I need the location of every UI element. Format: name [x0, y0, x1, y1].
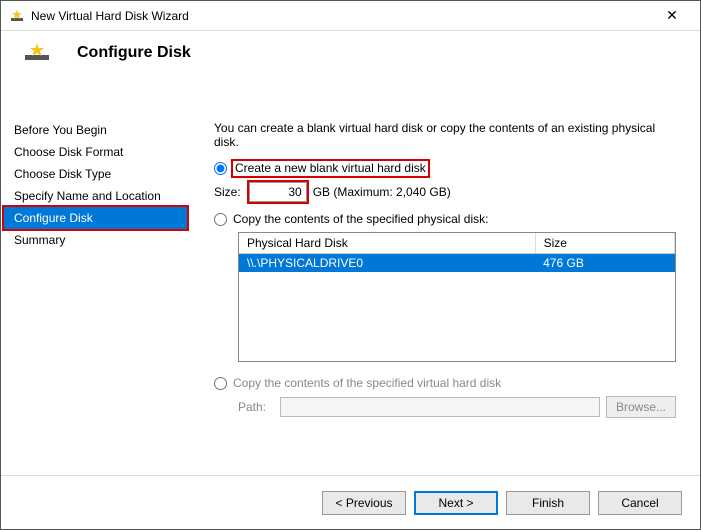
label-copy-physical: Copy the contents of the specified physi…	[233, 212, 488, 226]
radio-copy-virtual[interactable]	[214, 377, 227, 390]
wizard-steps: Before You Begin Choose Disk Format Choo…	[1, 109, 190, 475]
step-summary[interactable]: Summary	[4, 229, 187, 251]
label-create-blank: Create a new blank virtual hard disk	[233, 161, 428, 176]
radio-create-blank[interactable]	[214, 162, 227, 175]
next-button[interactable]: Next >	[414, 491, 498, 515]
step-configure-disk[interactable]: Configure Disk	[4, 207, 187, 229]
radio-copy-physical[interactable]	[214, 213, 227, 226]
step-choose-disk-format[interactable]: Choose Disk Format	[4, 141, 187, 163]
previous-button[interactable]: < Previous	[322, 491, 406, 515]
label-copy-virtual: Copy the contents of the specified virtu…	[233, 376, 501, 390]
step-specify-name-location[interactable]: Specify Name and Location	[4, 185, 187, 207]
close-button[interactable]: ✕	[652, 7, 692, 24]
step-before-you-begin[interactable]: Before You Begin	[4, 119, 187, 141]
size-label: Size:	[214, 185, 241, 199]
page-title: Configure Disk	[77, 44, 191, 62]
description: You can create a blank virtual hard disk…	[214, 121, 676, 149]
table-row[interactable]: \\.\PHYSICALDRIVE0 476 GB	[239, 254, 675, 273]
cell-size: 476 GB	[535, 254, 674, 273]
physical-disk-table: Physical Hard Disk Size \\.\PHYSICALDRIV…	[238, 232, 676, 362]
wizard-icon	[9, 8, 25, 24]
step-choose-disk-type[interactable]: Choose Disk Type	[4, 163, 187, 185]
disk-icon	[23, 43, 51, 63]
cell-disk: \\.\PHYSICALDRIVE0	[239, 254, 535, 273]
size-input[interactable]	[249, 182, 307, 202]
browse-button: Browse...	[606, 396, 676, 418]
col-disk[interactable]: Physical Hard Disk	[239, 233, 535, 254]
col-size[interactable]: Size	[535, 233, 674, 254]
window-title: New Virtual Hard Disk Wizard	[31, 9, 652, 23]
path-label: Path:	[238, 400, 274, 414]
cancel-button[interactable]: Cancel	[598, 491, 682, 515]
path-input	[280, 397, 600, 417]
size-unit: GB (Maximum: 2,040 GB)	[313, 185, 451, 199]
finish-button[interactable]: Finish	[506, 491, 590, 515]
